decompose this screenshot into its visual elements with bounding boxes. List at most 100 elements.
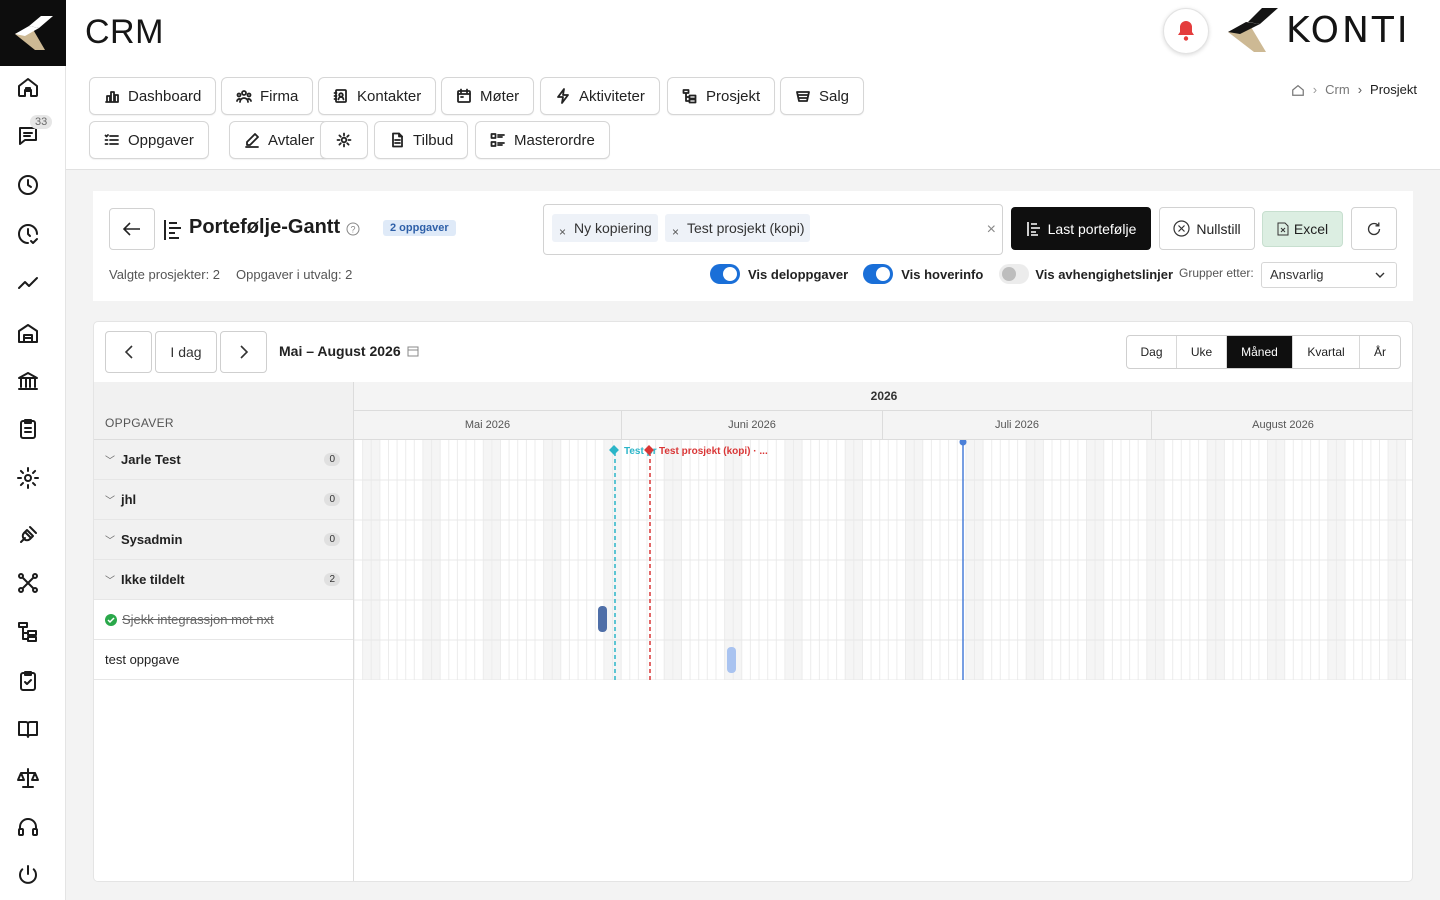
reset-button[interactable]: Nullstill xyxy=(1159,207,1255,250)
nav-oppgaver-button[interactable]: Oppgaver xyxy=(89,121,209,159)
next-period-button[interactable] xyxy=(220,331,267,373)
task-check-icon[interactable] xyxy=(15,668,41,694)
group-name: Sysadmin xyxy=(121,532,183,547)
toggle-dependencies-label: Vis avhengighetslinjer xyxy=(1035,266,1174,282)
app-logo[interactable] xyxy=(0,0,66,66)
breadcrumb-crm[interactable]: Crm xyxy=(1325,82,1350,97)
group-row-sysadmin[interactable]: ﹀ Sysadmin 0 xyxy=(94,520,353,560)
back-button[interactable] xyxy=(109,208,155,250)
nav-label: Masterordre xyxy=(514,131,595,149)
group-row-jhl[interactable]: ﹀ jhl 0 xyxy=(94,480,353,520)
chevron-down-icon[interactable]: ﹀ xyxy=(105,532,115,547)
gear-icon xyxy=(336,132,352,148)
chevron-down-icon xyxy=(1375,272,1385,278)
remove-chip-icon[interactable]: × xyxy=(672,226,679,238)
load-portfolio-button[interactable]: Last portefølje xyxy=(1011,207,1151,250)
home-icon[interactable] xyxy=(15,74,41,100)
view-ar[interactable]: År xyxy=(1360,336,1400,368)
gantt-icon xyxy=(1026,221,1040,236)
date-range-text: Mai – August 2026 xyxy=(279,343,401,359)
toggle-hoverinfo[interactable] xyxy=(863,264,894,284)
view-dag[interactable]: Dag xyxy=(1127,336,1177,368)
group-by-label: Grupper etter: xyxy=(1179,266,1254,280)
network-icon[interactable] xyxy=(15,570,41,596)
lightning-icon xyxy=(557,88,569,104)
clipboard-icon[interactable] xyxy=(15,416,41,442)
task-bar[interactable] xyxy=(727,647,736,673)
nav-salg-button[interactable]: Salg xyxy=(780,77,865,115)
task-row[interactable]: test oppgave xyxy=(94,640,353,680)
nav-kontakter-button[interactable]: Kontakter xyxy=(318,77,437,115)
chevron-down-icon[interactable]: ﹀ xyxy=(105,492,115,507)
scale-icon[interactable] xyxy=(15,765,41,791)
chip-label: Ny kopiering xyxy=(574,220,652,236)
clock-icon[interactable] xyxy=(15,172,41,198)
basket-icon xyxy=(796,91,810,102)
nav-label: Tilbud xyxy=(413,131,454,149)
project-multiselect[interactable]: × Ny kopiering × Test prosjekt (kopi) × xyxy=(543,204,1003,255)
trend-icon[interactable] xyxy=(15,270,41,296)
view-kvartal[interactable]: Kvartal xyxy=(1293,336,1360,368)
sidebar: 33 xyxy=(0,0,66,900)
task-list: OPPGAVER ﹀ Jarle Test 0 ﹀ jhl 0 ﹀ Sysadm… xyxy=(94,382,354,881)
chevron-down-icon[interactable]: ﹀ xyxy=(105,572,115,587)
task-row[interactable]: Sjekk integrassjon mot nxt xyxy=(94,600,353,640)
settings-icon[interactable] xyxy=(15,465,41,491)
users-icon xyxy=(236,90,252,103)
nav-label: Dashboard xyxy=(128,87,202,105)
headset-icon[interactable] xyxy=(15,814,41,840)
group-count: 2 xyxy=(324,573,340,586)
group-name: jhl xyxy=(121,492,137,507)
plug-icon[interactable] xyxy=(15,522,41,548)
group-row-ikke-tildelt[interactable]: ﹀ Ikke tildelt 2 xyxy=(94,560,353,600)
toggle-dependencies[interactable] xyxy=(999,264,1030,284)
task-name: Sjekk integrassjon mot nxt xyxy=(122,612,274,627)
view-uke[interactable]: Uke xyxy=(1177,336,1227,368)
group-name: Jarle Test xyxy=(121,452,181,467)
chevron-down-icon[interactable]: ﹀ xyxy=(105,452,115,467)
refresh-button[interactable] xyxy=(1351,207,1397,250)
clear-selection-icon[interactable]: × xyxy=(987,221,996,239)
timeline: 2026 Mai 2026 Juni 2026 Juli 2026 August… xyxy=(354,382,1412,881)
nav-firma-button[interactable]: Firma xyxy=(221,77,314,115)
building-icon[interactable] xyxy=(15,320,41,346)
nav-prosjekt-button[interactable]: Prosjekt xyxy=(667,77,776,115)
toggle-subtasks[interactable] xyxy=(710,264,740,284)
gantt-chart: I dag Mai – August 2026 Dag Uke Måned Kv… xyxy=(93,321,1413,882)
nav-aktiviteter-button[interactable]: Aktiviteter xyxy=(540,77,660,115)
nav-moter-button[interactable]: Møter xyxy=(441,77,535,115)
selected-projects-text: Valgte prosjekter: 2 xyxy=(109,267,221,282)
task-bar-done[interactable] xyxy=(598,606,607,632)
excel-export-button[interactable]: Excel xyxy=(1262,211,1343,247)
clock-check-icon[interactable] xyxy=(15,221,41,247)
group-row-jarle-test[interactable]: ﹀ Jarle Test 0 xyxy=(94,440,353,480)
nav-settings-button[interactable] xyxy=(320,121,368,159)
unread-badge: 33 xyxy=(30,115,53,129)
date-range-label[interactable]: Mai – August 2026 xyxy=(279,343,419,359)
home-icon[interactable] xyxy=(1291,83,1305,97)
nav-label: Salg xyxy=(819,87,850,105)
month-mai: Mai 2026 xyxy=(354,411,622,440)
reset-label: Nullstill xyxy=(1196,220,1241,237)
bank-icon[interactable] xyxy=(15,368,41,394)
nav-masterordre-button[interactable]: Masterordre xyxy=(475,121,610,159)
previous-period-button[interactable] xyxy=(105,331,152,373)
group-count: 0 xyxy=(324,533,340,546)
project-tree-icon[interactable] xyxy=(15,619,41,645)
notifications-button[interactable] xyxy=(1163,8,1209,54)
nav-dashboard-button[interactable]: Dashboard xyxy=(89,77,217,115)
view-maned[interactable]: Måned xyxy=(1227,336,1293,368)
today-button[interactable]: I dag xyxy=(155,331,217,373)
power-icon[interactable] xyxy=(15,862,41,888)
nav-avtaler-button[interactable]: Avtaler xyxy=(229,121,330,159)
remove-chip-icon[interactable]: × xyxy=(559,226,566,238)
book-icon[interactable] xyxy=(15,716,41,742)
bell-icon xyxy=(1178,21,1194,41)
help-icon[interactable]: ? xyxy=(346,222,360,236)
project-chip: × Ny kopiering xyxy=(552,214,658,242)
nav-label: Møter xyxy=(480,87,520,105)
nav-tilbud-button[interactable]: Tilbud xyxy=(374,121,469,159)
month-august: August 2026 xyxy=(1252,419,1314,431)
arrow-left-icon xyxy=(123,222,140,236)
group-by-select[interactable]: Ansvarlig xyxy=(1261,262,1397,288)
